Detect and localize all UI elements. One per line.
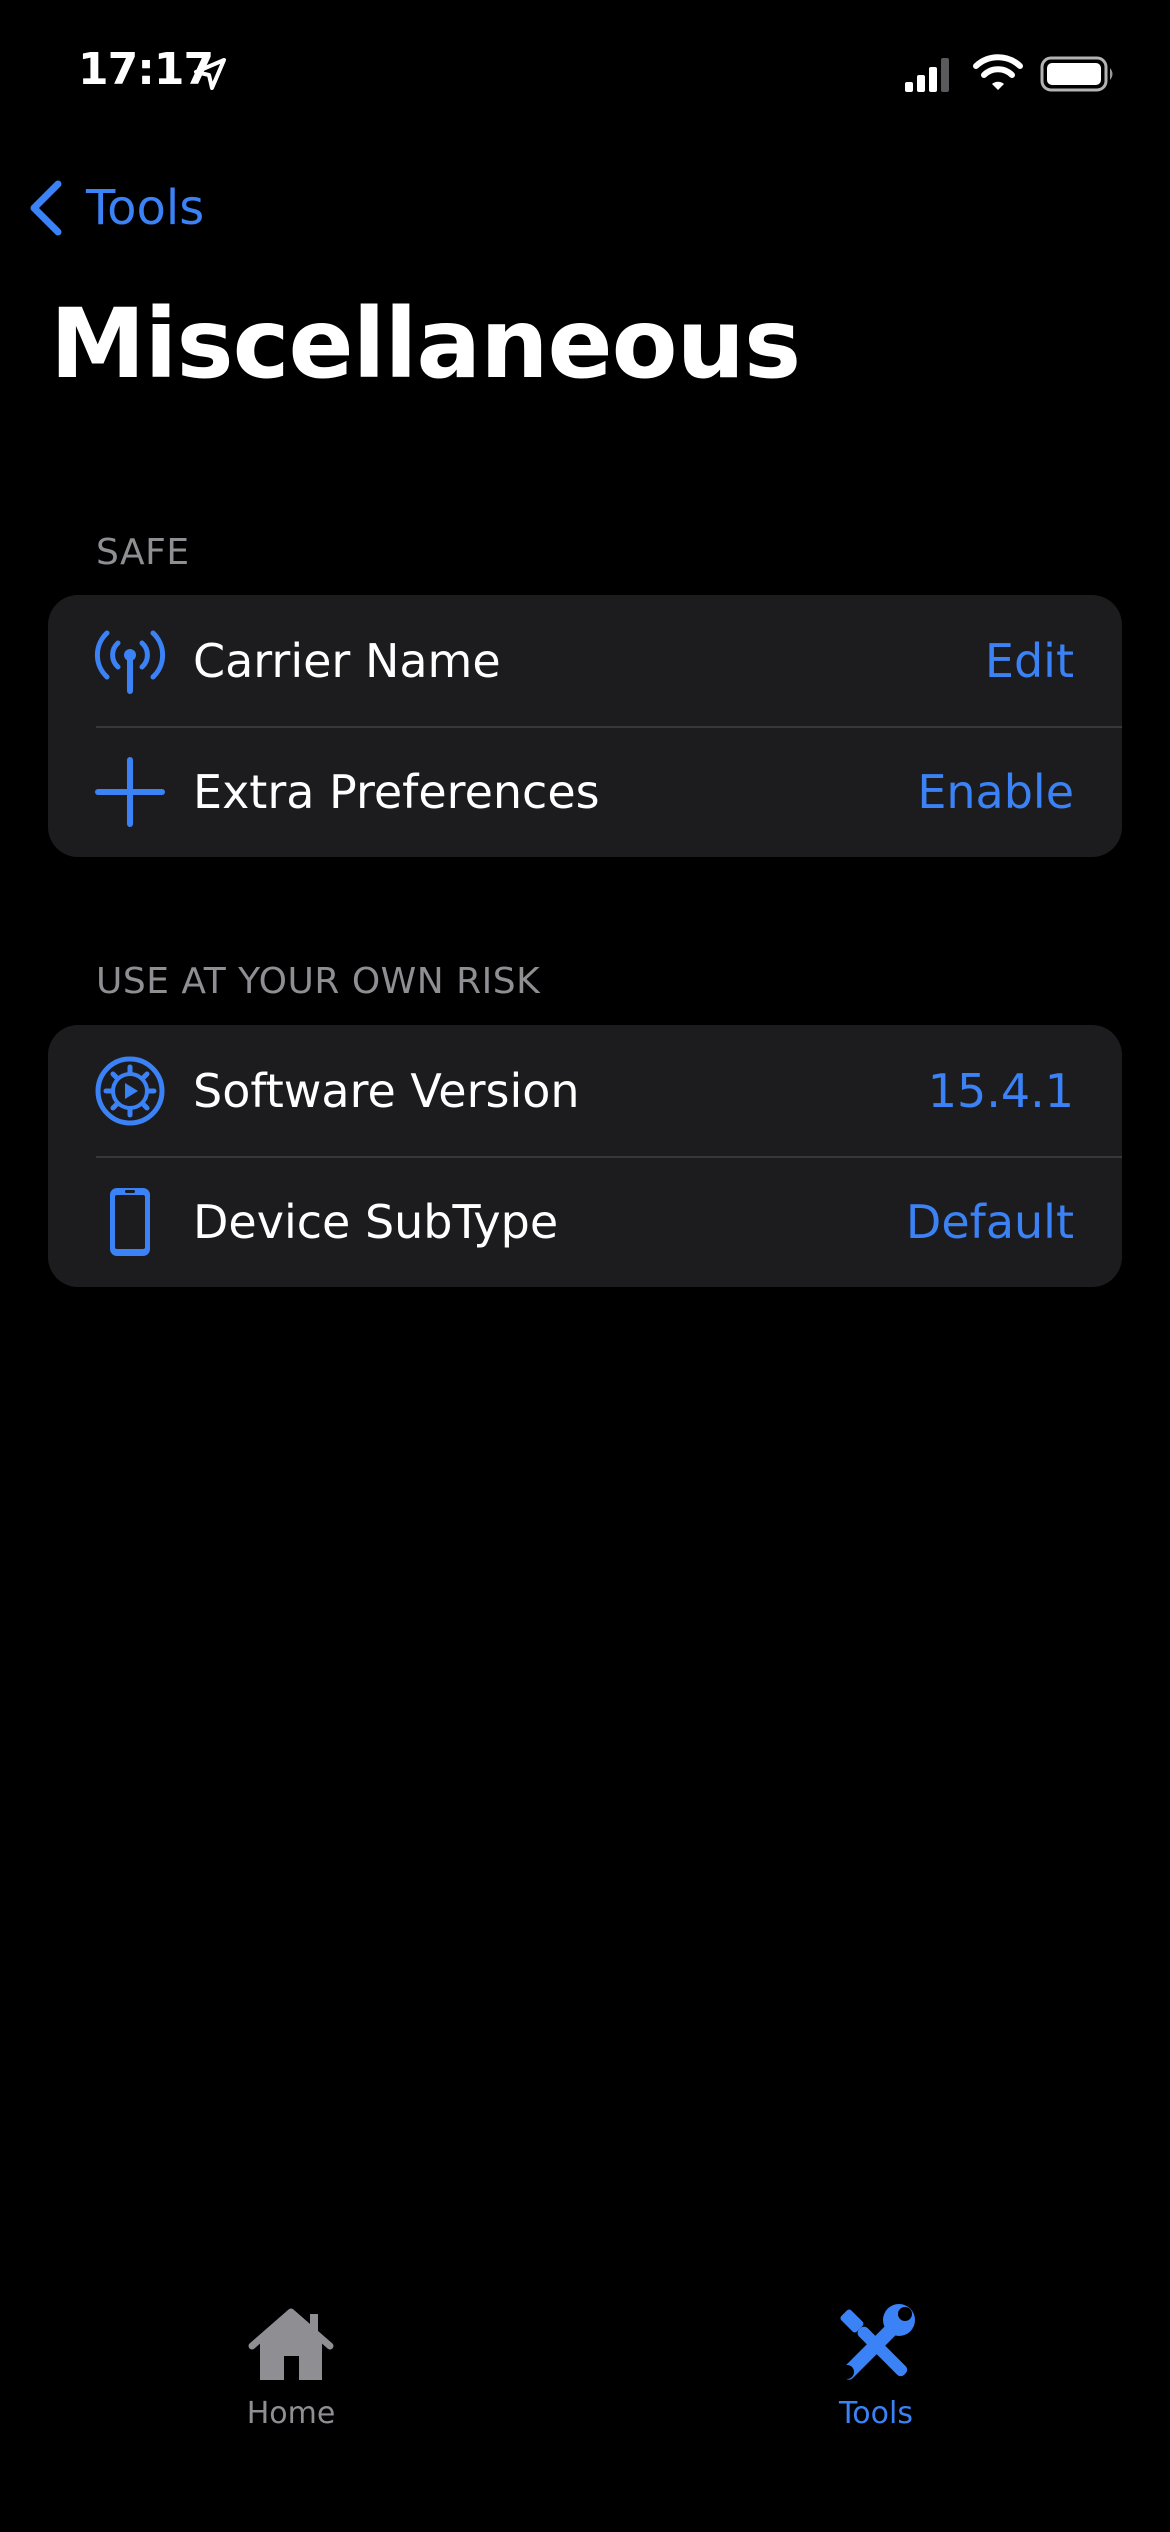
plus-icon [95,757,165,827]
house-icon [248,2308,334,2380]
settings-group-risk: Software Version 15.4.1 Device SubType D… [48,1025,1122,1287]
settings-group-safe: Carrier Name Edit Extra Preferences Enab… [48,595,1122,857]
antenna-icon [94,630,166,694]
tab-label-tools: Tools [839,2396,913,2431]
wrench-screwdriver-icon [840,2304,915,2380]
tab-label-home: Home [246,2396,336,2431]
gear-badge-icon [95,1056,165,1126]
back-button-label: Tools [86,180,205,236]
enable-extra-preferences-button[interactable]: Enable [917,765,1074,819]
wifi-icon [973,54,1023,90]
cellular-signal-icon [905,58,949,92]
tab-bar: Home Tools [0,2280,1170,2532]
section-header-use-at-your-own-risk: USE AT YOUR OWN RISK [96,961,541,1002]
tab-tools[interactable]: Tools [766,2300,986,2450]
chevron-left-icon [30,180,62,236]
section-header-safe: SAFE [96,532,190,573]
row-label-carrier-name: Carrier Name [193,633,501,688]
battery-icon [1040,56,1113,92]
row-carrier-name[interactable]: Carrier Name Edit [48,595,1122,726]
status-bar: 17:17 [0,0,1170,150]
software-version-value-button[interactable]: 15.4.1 [928,1064,1074,1118]
back-button[interactable]: Tools [24,172,204,244]
row-label-software-version: Software Version [193,1063,580,1118]
device-subtype-value-button[interactable]: Default [906,1195,1074,1249]
row-label-extra-preferences: Extra Preferences [193,764,600,819]
edit-carrier-name-button[interactable]: Edit [985,634,1074,688]
row-label-device-subtype: Device SubType [193,1194,559,1249]
row-software-version[interactable]: Software Version 15.4.1 [48,1025,1122,1156]
tab-home[interactable]: Home [181,2300,401,2450]
row-device-subtype[interactable]: Device SubType Default [48,1156,1122,1287]
row-extra-preferences[interactable]: Extra Preferences Enable [48,726,1122,857]
page-title: Miscellaneous [50,288,801,400]
location-arrow-icon [194,58,226,90]
iphone-icon [110,1188,150,1256]
